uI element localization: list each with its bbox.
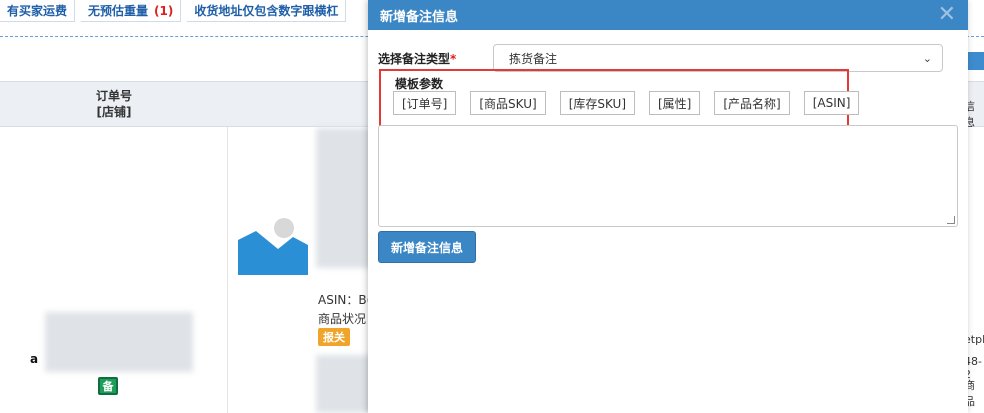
dialog-title: 新增备注信息 xyxy=(380,9,459,25)
filter-count: (1) xyxy=(154,3,174,18)
blurred-shop-name xyxy=(45,312,193,372)
note-badge[interactable]: 备 xyxy=(98,377,118,395)
param-product-sku-button[interactable]: [商品SKU] xyxy=(470,91,546,115)
asin-text: ASIN：B( xyxy=(318,293,372,307)
order-header-label: 订单号 xyxy=(95,89,132,103)
param-stock-sku-button[interactable]: [库存SKU] xyxy=(559,91,635,115)
blurred-content xyxy=(316,128,374,268)
note-type-select[interactable]: 拣货备注 ⌄ xyxy=(493,44,943,72)
blurred-content xyxy=(316,355,374,413)
note-type-row: 选择备注类型* 拣货备注 ⌄ xyxy=(378,44,943,72)
close-icon[interactable]: ✕ xyxy=(938,4,956,26)
add-note-button[interactable]: 新增备注信息 xyxy=(378,231,476,263)
note-type-selected-value: 拣货备注 xyxy=(509,51,558,66)
chevron-down-icon: ⌄ xyxy=(922,51,932,65)
column-header-order: 订单号 [店铺] xyxy=(0,88,228,120)
column-divider xyxy=(227,127,228,413)
scroll-arrow-icon[interactable] xyxy=(966,52,984,70)
filter-label: 收货地址仅包含数字跟横杠 xyxy=(194,4,339,18)
filter-address-digits[interactable]: 收货地址仅包含数字跟横杠 xyxy=(187,0,347,22)
filter-label: 无预估重量 xyxy=(88,4,149,18)
required-mark: * xyxy=(450,51,457,66)
filter-buyer-shipping[interactable]: 有买家运费 xyxy=(0,0,76,22)
param-product-name-button[interactable]: [产品名称] xyxy=(714,91,790,115)
shop-header-label: [店铺] xyxy=(96,105,132,119)
param-attribute-button[interactable]: [属性] xyxy=(649,91,701,115)
product-image-placeholder xyxy=(238,215,308,275)
image-placeholder-icon xyxy=(238,218,308,275)
note-content-textarea[interactable] xyxy=(378,125,958,227)
filter-label: 有买家运费 xyxy=(7,4,68,18)
resize-handle-icon[interactable] xyxy=(947,216,955,224)
template-params-title: 模板参数 xyxy=(395,77,444,91)
note-type-label: 选择备注类型* xyxy=(378,50,493,67)
filter-no-weight[interactable]: 无预估重量 (1) xyxy=(81,0,182,22)
template-params-box: 模板参数 [订单号] [商品SKU] [库存SKU] [属性] [产品名称] [… xyxy=(379,69,860,129)
param-asin-button[interactable]: [ASIN] xyxy=(803,91,860,115)
dialog-header: 新增备注信息 ✕ xyxy=(368,0,968,30)
note-type-label-text: 选择备注类型 xyxy=(378,51,451,66)
add-note-dialog: 新增备注信息 ✕ 选择备注类型* 拣货备注 ⌄ 模板参数 [订单号] [商品SK… xyxy=(368,0,968,413)
amazon-logo-icon: a xyxy=(30,352,39,366)
param-order-number-button[interactable]: [订单号] xyxy=(393,91,457,115)
template-params-list: [订单号] [商品SKU] [库存SKU] [属性] [产品名称] [ASIN] xyxy=(393,91,860,115)
customs-badge[interactable]: 报关 xyxy=(318,328,350,346)
